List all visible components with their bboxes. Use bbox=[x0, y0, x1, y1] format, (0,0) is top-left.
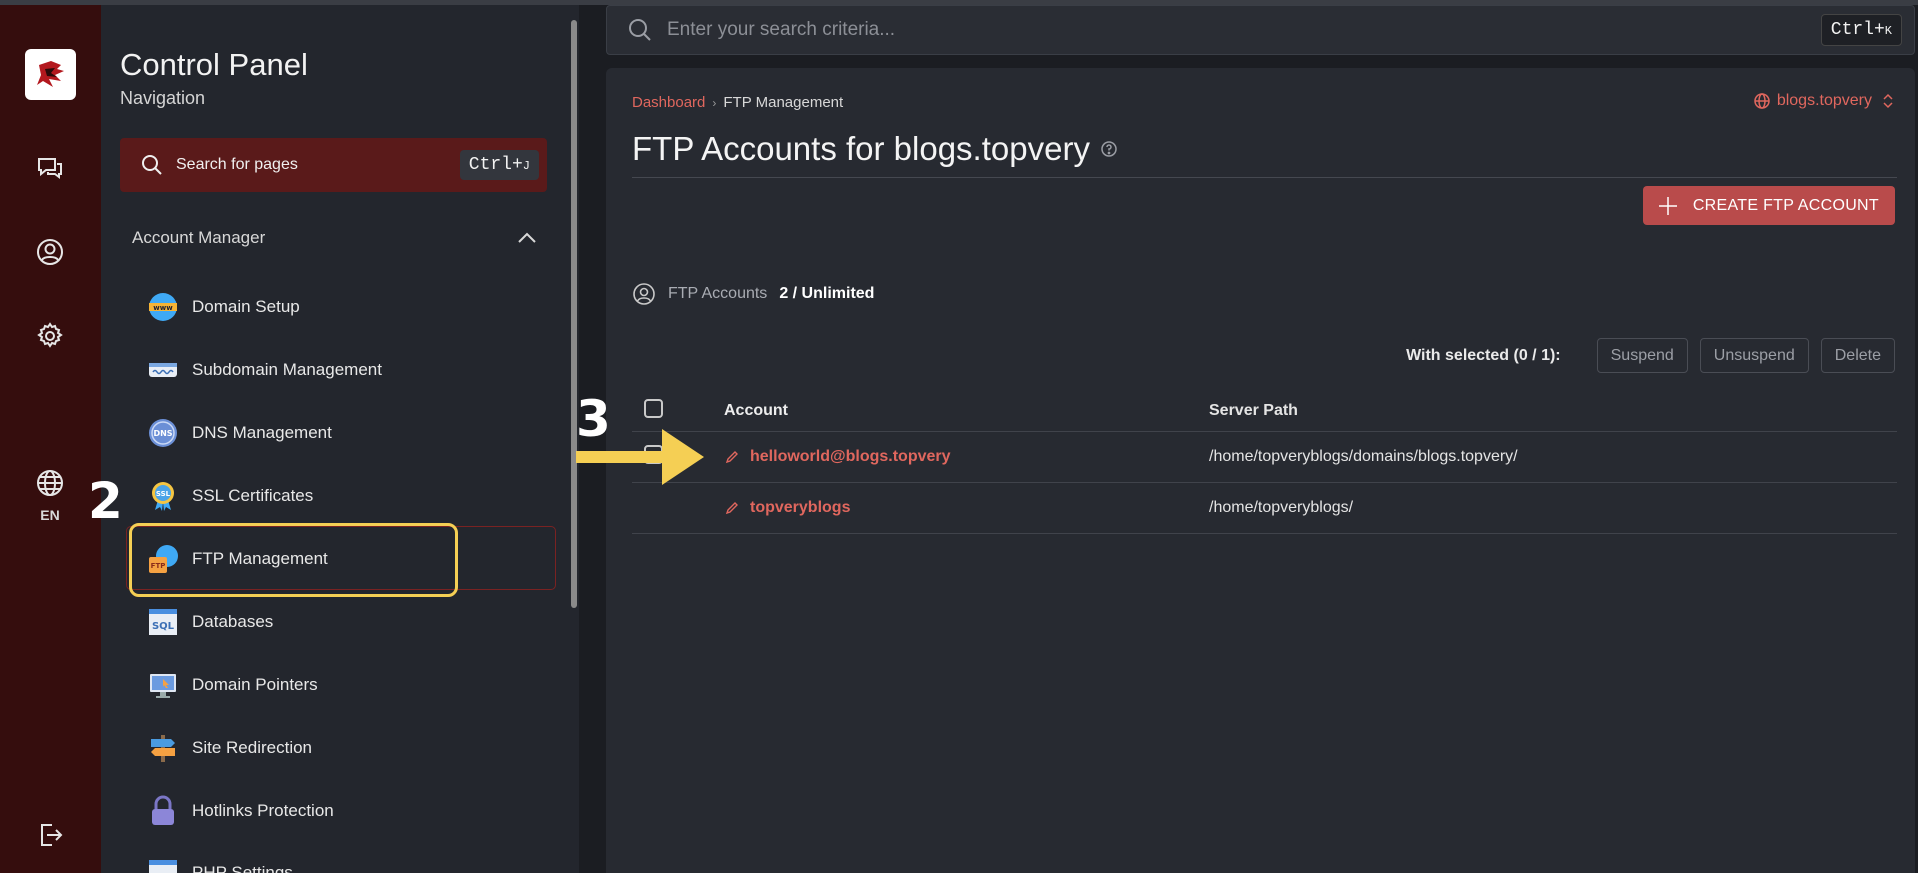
server-path: /home/topveryblogs/domains/blogs.topvery… bbox=[1209, 448, 1518, 465]
lock-icon bbox=[152, 795, 174, 825]
signpost-icon bbox=[151, 735, 175, 762]
bulk-actions: With selected (0 / 1): Suspend Unsuspend… bbox=[1406, 338, 1895, 373]
column-header-server-path: Server Path bbox=[1209, 401, 1298, 419]
page-title: FTP Accounts for blogs.topvery bbox=[632, 130, 1118, 168]
server-path: /home/topveryblogs/ bbox=[1209, 499, 1354, 516]
chevron-updown-icon bbox=[1883, 93, 1893, 109]
breadcrumb-separator-icon: › bbox=[712, 95, 717, 110]
plus-icon bbox=[1658, 196, 1677, 215]
breadcrumb-current: FTP Management bbox=[723, 94, 844, 111]
logo[interactable] bbox=[25, 49, 76, 100]
main-content: Dashboard › FTP Management blogs.topvery… bbox=[606, 68, 1915, 873]
nav-title: Control Panel bbox=[120, 47, 308, 82]
svg-text:SQL: SQL bbox=[152, 621, 175, 632]
table-row: topveryblogs /home/topveryblogs/ bbox=[632, 483, 1897, 534]
ftp-accounts-table: Account Server Path helloworld@blogs.top… bbox=[632, 390, 1897, 534]
page-search-button[interactable]: Search for pages Ctrl+J bbox=[120, 138, 547, 192]
nav-item-php-settings[interactable]: PHP PHP Settings bbox=[147, 853, 527, 873]
search-icon bbox=[142, 155, 162, 175]
ssl-badge-icon: SSL bbox=[152, 482, 174, 511]
unsuspend-button[interactable]: Unsuspend bbox=[1699, 338, 1809, 373]
language-switcher[interactable]: EN bbox=[26, 468, 74, 523]
www-globe-icon: www bbox=[149, 293, 177, 321]
globe-icon bbox=[1754, 93, 1770, 109]
table-row: helloworld@blogs.topvery /home/topverybl… bbox=[632, 432, 1897, 483]
scrollbar-thumb[interactable] bbox=[571, 20, 577, 608]
title-divider bbox=[632, 177, 1897, 178]
page-search-label: Search for pages bbox=[176, 156, 298, 173]
account-manager-section[interactable]: Account Manager bbox=[132, 225, 537, 251]
table-header: Account Server Path bbox=[632, 390, 1897, 432]
step-2-label: 2 bbox=[88, 472, 123, 530]
icon-rail: EN bbox=[0, 5, 101, 873]
delete-button[interactable]: Delete bbox=[1820, 338, 1895, 373]
search-shortcut-hint: Ctrl+K bbox=[1820, 14, 1902, 46]
step-2-highlight bbox=[129, 523, 458, 597]
subdomain-icon bbox=[149, 363, 177, 377]
pencil-icon[interactable] bbox=[724, 500, 740, 516]
svg-text:DNS: DNS bbox=[153, 429, 172, 438]
gear-icon bbox=[37, 322, 63, 348]
logout-button[interactable] bbox=[30, 815, 70, 855]
nav-item-databases[interactable]: SQL Databases bbox=[147, 602, 527, 642]
nav-item-site-redirection[interactable]: Site Redirection bbox=[147, 728, 527, 768]
nav-item-ssl-certificates[interactable]: SSL SSL Certificates bbox=[147, 476, 527, 516]
bulk-selection-label: With selected (0 / 1): bbox=[1406, 346, 1561, 364]
settings-button[interactable] bbox=[30, 316, 70, 356]
domain-selector-value: blogs.topvery bbox=[1776, 92, 1872, 109]
language-label: EN bbox=[40, 507, 60, 523]
account-link[interactable]: topveryblogs bbox=[750, 499, 850, 517]
php-icon: PHP bbox=[149, 860, 177, 873]
user-icon bbox=[37, 239, 63, 265]
section-label: Account Manager bbox=[132, 228, 266, 247]
nav-item-subdomain-management[interactable]: Subdomain Management bbox=[147, 350, 527, 390]
chat-button[interactable] bbox=[30, 148, 70, 188]
nav-item-domain-pointers[interactable]: Domain Pointers bbox=[147, 665, 527, 705]
nav-item-dns-management[interactable]: DNS DNS Management bbox=[147, 413, 527, 453]
nav-item-hotlinks-protection[interactable]: Hotlinks Protection bbox=[147, 791, 527, 831]
account-link[interactable]: helloworld@blogs.topvery bbox=[750, 448, 951, 466]
profile-button[interactable] bbox=[30, 232, 70, 272]
global-search-bar: Ctrl+K bbox=[606, 5, 1915, 55]
pencil-icon[interactable] bbox=[724, 449, 740, 465]
domain-selector[interactable]: blogs.topvery bbox=[1753, 92, 1895, 110]
shortcut-hint: Ctrl+J bbox=[459, 150, 539, 180]
logout-icon bbox=[41, 824, 63, 846]
user-circle-icon bbox=[633, 283, 655, 305]
svg-text:www: www bbox=[153, 304, 173, 312]
help-icon[interactable] bbox=[1100, 140, 1118, 158]
search-icon bbox=[629, 19, 651, 41]
suspend-button[interactable]: Suspend bbox=[1596, 338, 1688, 373]
dns-icon: DNS bbox=[149, 419, 177, 447]
navigation-sidebar: Control Panel Navigation Search for page… bbox=[101, 5, 579, 873]
create-ftp-account-button[interactable]: CREATE FTP ACCOUNT bbox=[1642, 186, 1895, 225]
select-all-checkbox[interactable] bbox=[644, 398, 663, 418]
column-header-account: Account bbox=[724, 401, 788, 419]
globe-icon bbox=[37, 470, 63, 496]
ftp-quota: FTP Accounts 2 / Unlimited bbox=[632, 282, 874, 306]
chat-icon bbox=[38, 158, 62, 179]
nav-item-domain-setup[interactable]: www Domain Setup bbox=[147, 287, 527, 327]
arrow-right-icon bbox=[576, 429, 704, 485]
monitor-pointer-icon bbox=[150, 674, 176, 698]
breadcrumb: Dashboard › FTP Management bbox=[632, 94, 843, 111]
svg-text:SSL: SSL bbox=[156, 490, 171, 498]
quota-label: FTP Accounts bbox=[668, 285, 768, 302]
breadcrumb-dashboard[interactable]: Dashboard bbox=[632, 94, 705, 111]
nav-subtitle: Navigation bbox=[120, 88, 206, 108]
sql-database-icon: SQL bbox=[149, 609, 177, 635]
global-search-input[interactable] bbox=[667, 19, 1821, 41]
dragon-logo-icon bbox=[36, 60, 64, 87]
chevron-up-icon bbox=[518, 232, 536, 243]
quota-value: 2 / Unlimited bbox=[779, 285, 875, 302]
